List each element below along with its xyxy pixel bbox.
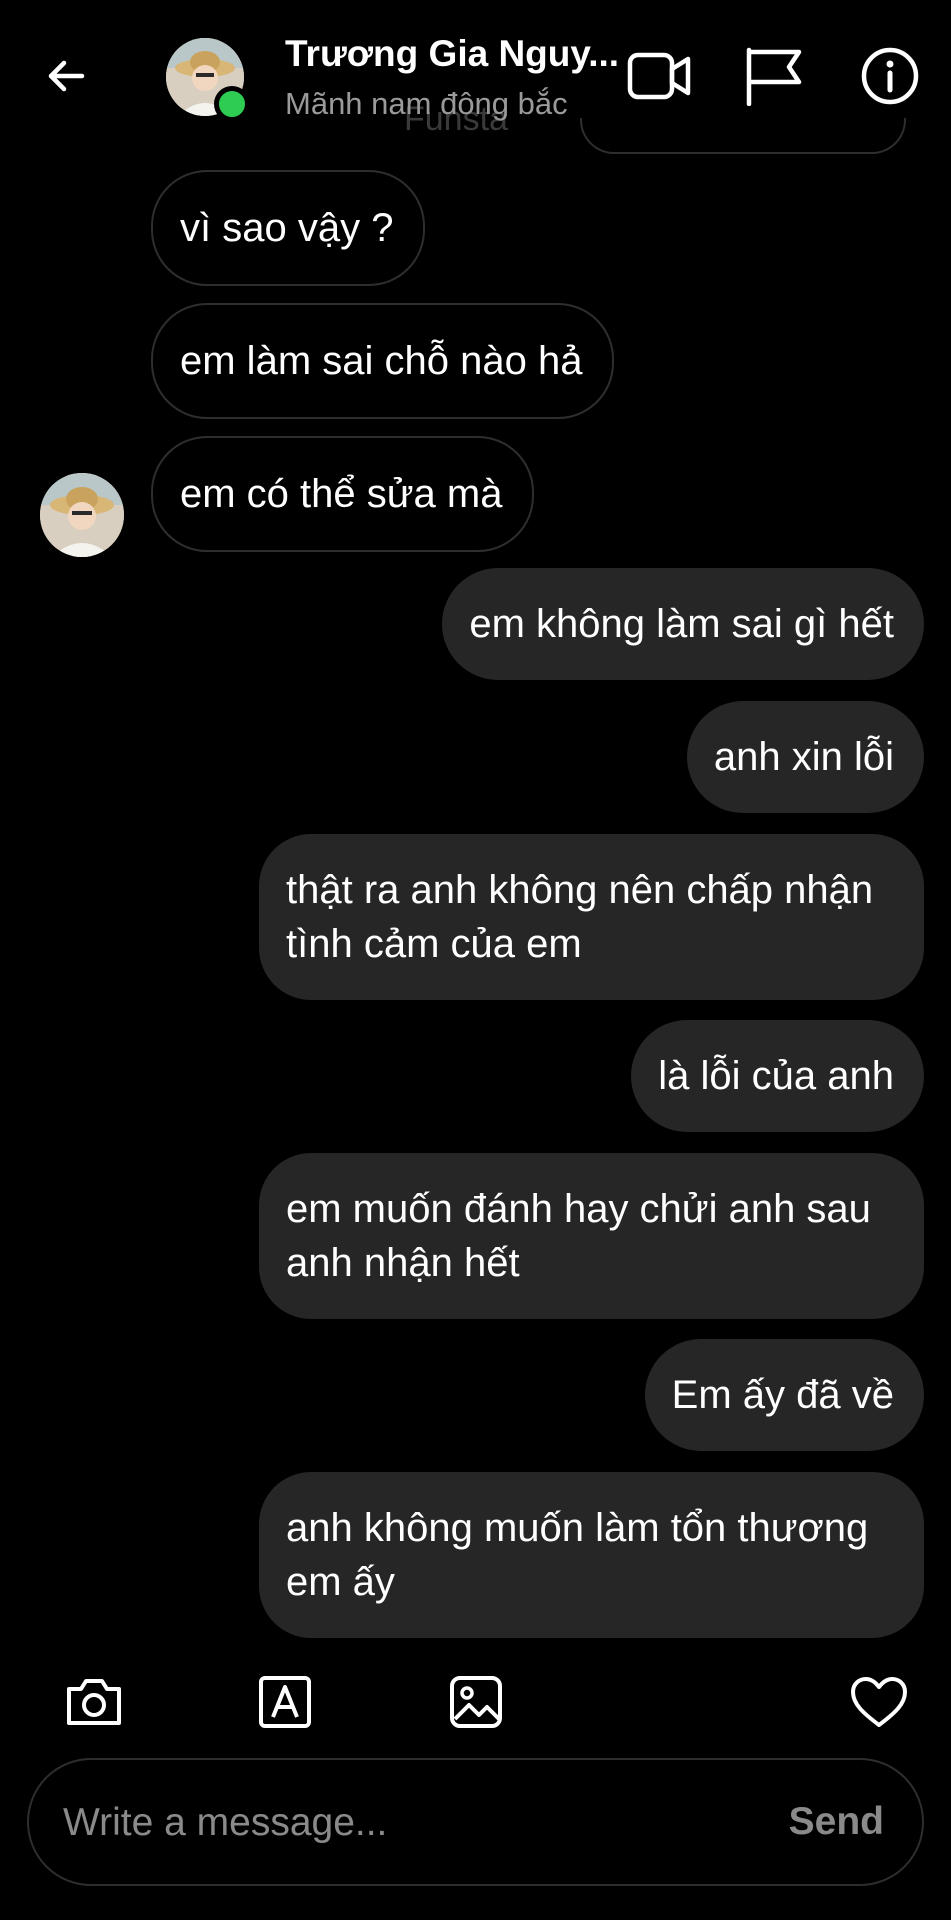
send-button[interactable]: Send [789, 1800, 884, 1844]
message-text: là lỗi của anh [658, 1054, 894, 1098]
message-composer: Send [27, 1758, 924, 1886]
message-incoming[interactable]: em làm sai chỗ nào hả [151, 303, 615, 419]
contact-status: Mãnh nam đông bắc [285, 86, 568, 121]
message-text: em có thể sửa mà [180, 472, 503, 516]
text-style-button[interactable] [253, 1670, 317, 1734]
message-outgoing[interactable]: là lỗi của anh [631, 1020, 924, 1132]
message-outgoing[interactable]: em muốn đánh hay chửi anh sau anh nhận h… [259, 1153, 924, 1319]
video-camera-icon [627, 52, 691, 100]
previous-message-bubble [580, 118, 906, 154]
message-text: vì sao vậy ? [180, 206, 394, 250]
message-text: em làm sai chỗ nào hả [180, 339, 583, 383]
message-outgoing[interactable]: em không làm sai gì hết [442, 568, 924, 680]
heart-icon [851, 1677, 907, 1727]
arrow-left-icon [48, 60, 85, 92]
text-style-icon [259, 1676, 311, 1728]
message-outgoing[interactable]: thật ra anh không nên chấp nhận tình cảm… [259, 834, 924, 1000]
message-text: thật ra anh không nên chấp nhận tình cảm… [286, 868, 874, 966]
report-button[interactable] [740, 42, 808, 110]
info-icon [861, 47, 919, 105]
message-incoming[interactable]: em có thể sửa mà [151, 436, 535, 552]
gallery-icon [450, 1676, 502, 1728]
message-incoming[interactable]: vì sao vậy ? [151, 170, 426, 286]
sender-avatar[interactable] [40, 473, 124, 557]
message-text: em không làm sai gì hết [469, 602, 894, 646]
flag-icon [746, 47, 802, 106]
contact-name[interactable]: Trương Gia Nguy... [285, 33, 619, 75]
back-button[interactable] [38, 48, 94, 104]
video-call-button[interactable] [626, 42, 694, 110]
message-outgoing[interactable]: Em ấy đã về [644, 1339, 924, 1451]
message-text: anh không muốn làm tổn thương em ấy [286, 1506, 869, 1604]
message-outgoing[interactable]: anh xin lỗi [686, 701, 924, 813]
gallery-button[interactable] [444, 1670, 508, 1734]
message-text: anh xin lỗi [713, 735, 894, 779]
online-status-dot [214, 86, 250, 122]
camera-icon [67, 1679, 121, 1725]
camera-button[interactable] [62, 1670, 126, 1734]
info-button[interactable] [856, 42, 924, 110]
message-input[interactable] [61, 1760, 765, 1886]
message-text: em muốn đánh hay chửi anh sau anh nhận h… [286, 1187, 871, 1285]
message-text: Em ấy đã về [671, 1373, 894, 1417]
message-outgoing[interactable]: anh không muốn làm tổn thương em ấy [259, 1472, 924, 1638]
like-button[interactable] [847, 1670, 911, 1734]
